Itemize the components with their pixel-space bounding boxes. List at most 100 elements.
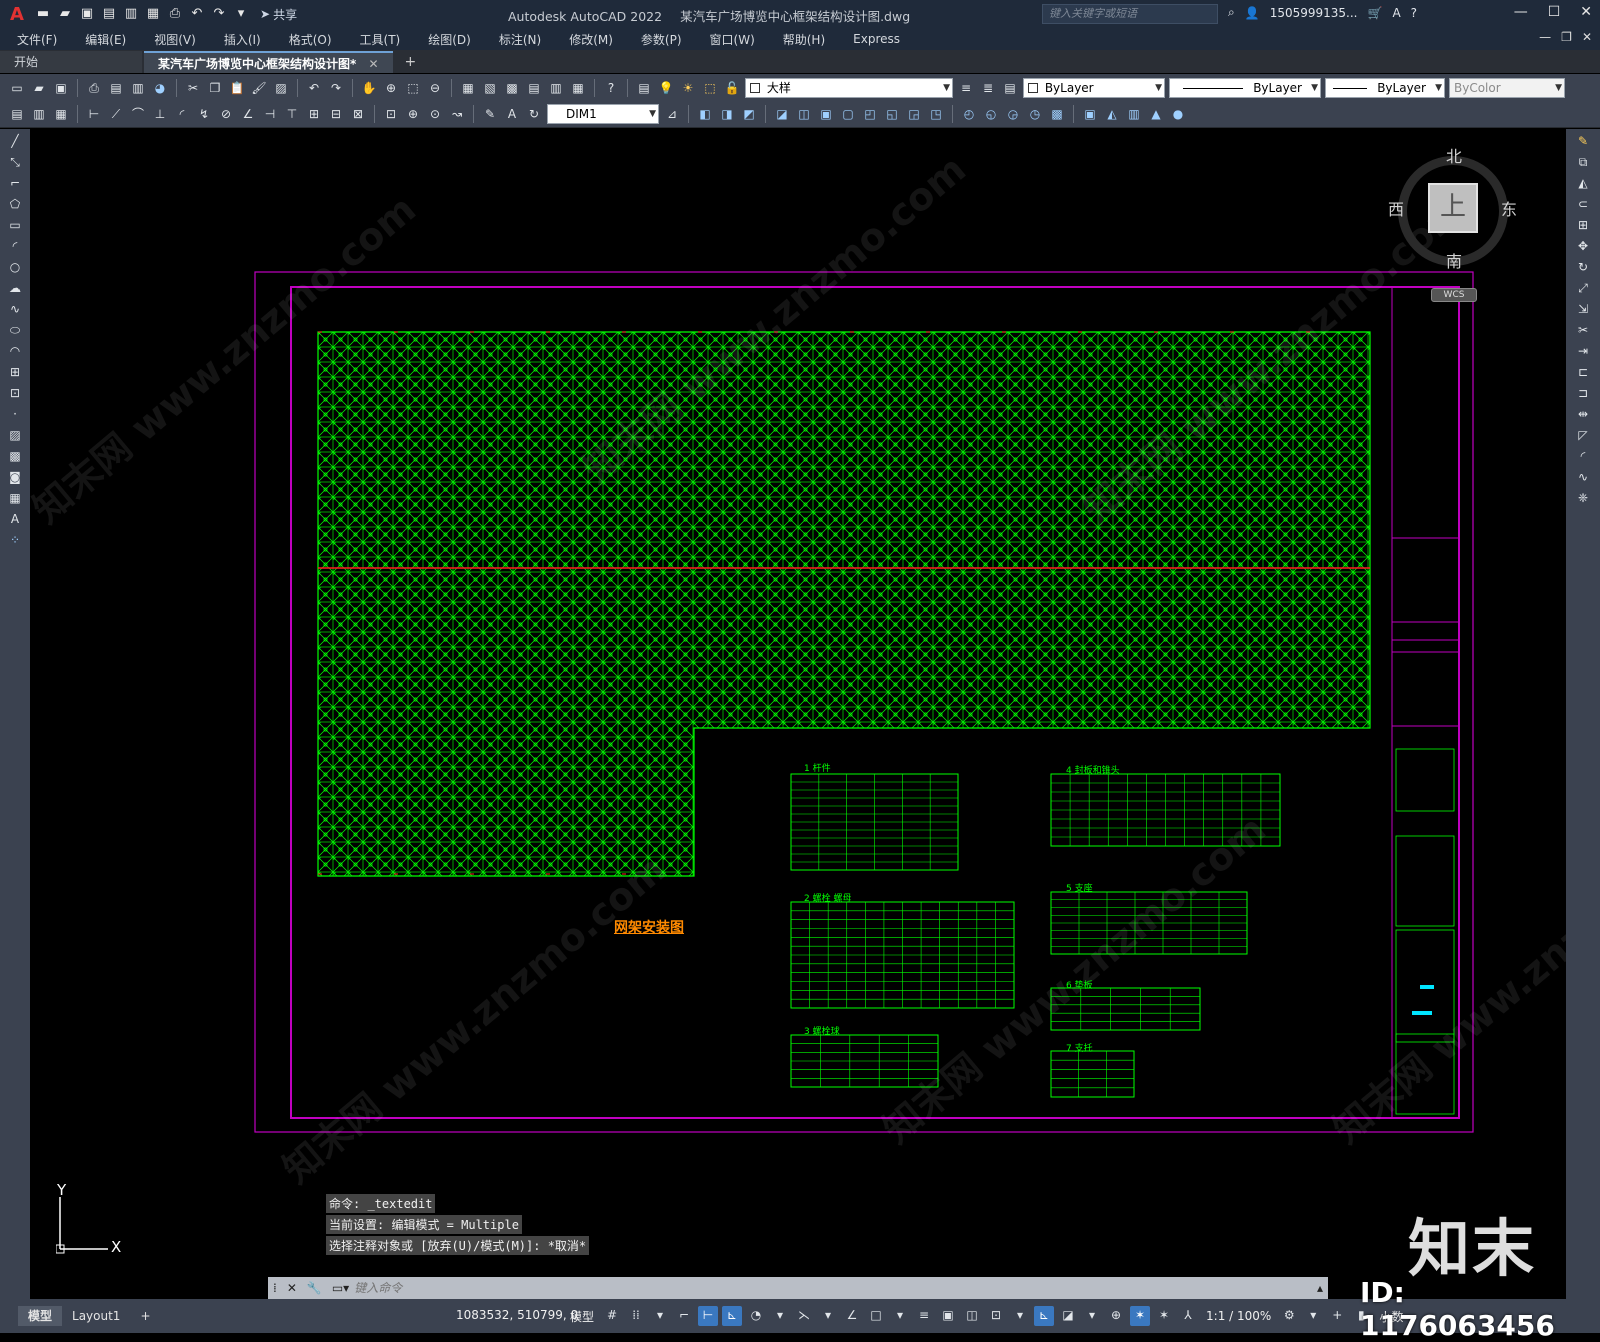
tab-close-icon[interactable]: ✕ [368, 57, 378, 71]
autodesk-a360-icon[interactable]: A [1392, 6, 1400, 20]
zoom-previous-icon[interactable]: ⊖ [426, 79, 444, 97]
jogged-icon[interactable]: ↯ [195, 105, 213, 123]
box-icon[interactable]: ▣ [1081, 105, 1099, 123]
dynamic-ucs-icon[interactable]: ⊾ [1034, 1306, 1055, 1326]
customize-qat-icon[interactable]: ▾ [232, 6, 250, 22]
chamfer-icon[interactable]: ◸ [1574, 426, 1592, 444]
save-icon[interactable]: ▣ [78, 6, 96, 22]
doc-close-button[interactable]: ✕ [1582, 30, 1592, 44]
chevron-down-icon[interactable]: ▾ [890, 1306, 910, 1326]
markup-icon[interactable]: ▥ [547, 79, 565, 97]
help-icon[interactable]: ? [602, 79, 620, 97]
stretch-icon[interactable]: ⇲ [1574, 300, 1592, 318]
chevron-down-icon[interactable]: ▾ [1303, 1306, 1323, 1326]
workspace-icon[interactable]: ⚙ [1279, 1306, 1299, 1326]
copy-faces-icon[interactable]: ◲ [905, 105, 923, 123]
ellipse-arc-icon[interactable]: ◠ [6, 342, 24, 360]
solid-union-icon[interactable]: ◧ [696, 105, 714, 123]
viewcube[interactable]: 北 南 东 西 上 WCS [1388, 147, 1517, 302]
dimstyle-dropdown[interactable]: DIM1 ▼ [547, 104, 659, 124]
make-current-layer-icon[interactable]: ≡ [957, 79, 975, 97]
layer-properties-icon[interactable]: ▤ [635, 79, 653, 97]
make-block-icon[interactable]: ⊡ [6, 384, 24, 402]
break-at-point-icon[interactable]: ⊏ [1574, 363, 1592, 381]
grid-icon[interactable]: # [602, 1306, 622, 1326]
rotate-faces-icon[interactable]: ◰ [861, 105, 879, 123]
extrude-faces-icon[interactable]: ◪ [773, 105, 791, 123]
undo-icon[interactable]: ↶ [188, 6, 206, 22]
auto-scale-icon[interactable]: ✶ [1154, 1306, 1174, 1326]
table-icon[interactable]: ▦ [6, 489, 24, 507]
publish-icon[interactable]: ▥ [129, 79, 147, 97]
object-snap-icon[interactable]: □ [866, 1306, 886, 1326]
paste-icon[interactable]: 📋 [228, 79, 246, 97]
compass-north[interactable]: 北 [1446, 143, 1462, 167]
menu-view[interactable]: 视图(V) [154, 31, 196, 48]
undo-icon[interactable]: ↶ [305, 79, 323, 97]
object-snap-tracking-icon[interactable]: ∠ [842, 1306, 862, 1326]
separate-icon[interactable]: ◶ [1004, 105, 1022, 123]
aligned-dimension-icon[interactable]: ⟋ [107, 105, 125, 123]
polygon-icon[interactable]: ⬠ [6, 195, 24, 213]
copy-icon[interactable]: ❐ [206, 79, 224, 97]
construction-line-icon[interactable]: ⤡ [6, 153, 24, 171]
chevron-down-icon[interactable]: ▾ [1082, 1306, 1102, 1326]
properties-icon[interactable]: ▦ [459, 79, 477, 97]
new-tab-button[interactable]: + [395, 51, 427, 73]
new-icon[interactable]: ▭ [8, 79, 26, 97]
color-dropdown[interactable]: ByLayer ▼ [1023, 77, 1165, 98]
annotation-visibility-icon[interactable]: ✶ [1130, 1306, 1151, 1326]
chevron-down-icon[interactable]: ▾ [770, 1306, 790, 1326]
insert-block-icon[interactable]: ⊞ [6, 363, 24, 381]
cart-icon[interactable]: 🛒 [1367, 6, 1382, 20]
inspect-icon[interactable]: ⊙ [426, 105, 444, 123]
arc-length-icon[interactable]: ⌒ [129, 105, 147, 123]
menu-tools[interactable]: 工具(T) [360, 31, 401, 48]
save-as-icon[interactable]: ▤ [100, 6, 118, 22]
angular-icon[interactable]: ∠ [239, 105, 257, 123]
linetype-dropdown[interactable]: ByLayer ▼ [1169, 77, 1321, 98]
open-folder-icon[interactable]: ▰ [56, 6, 74, 22]
sheet-set-icon[interactable]: ▤ [525, 79, 543, 97]
scale-icon[interactable]: ⤢ [1574, 279, 1592, 297]
annotation-scale-icon[interactable]: ⅄ [1178, 1306, 1198, 1326]
lineweight-dropdown[interactable]: ByLayer ▼ [1325, 77, 1445, 98]
extend-icon[interactable]: ⇥ [1574, 342, 1592, 360]
arc-icon[interactable]: ◜ [6, 237, 24, 255]
chevron-down-icon[interactable]: ▾ [650, 1306, 670, 1326]
tab-model[interactable]: 模型 [18, 1306, 63, 1326]
imprint-icon[interactable]: ◴ [960, 105, 978, 123]
dimension-text-edit-icon[interactable]: A [503, 105, 521, 123]
ordinate-icon[interactable]: ⊥ [151, 105, 169, 123]
revision-cloud-icon[interactable]: ☁ [6, 279, 24, 297]
coordinate-readout[interactable]: 1083532, 510799, 0 [456, 1308, 578, 1322]
save-icon[interactable]: ▣ [52, 79, 70, 97]
quick-dimension-icon[interactable]: ⊣ [261, 105, 279, 123]
selection-cycling-icon[interactable]: ◫ [962, 1306, 982, 1326]
mirror-icon[interactable]: ◭ [1574, 174, 1592, 192]
check-icon[interactable]: ▩ [1048, 105, 1066, 123]
plot-icon[interactable]: ⎙ [85, 79, 103, 97]
break-icon[interactable]: ⊐ [1574, 384, 1592, 402]
cut-icon[interactable]: ✂ [184, 79, 202, 97]
menu-file[interactable]: 文件(F) [17, 31, 57, 48]
continue-icon[interactable]: ⊞ [305, 105, 323, 123]
menu-express[interactable]: Express [853, 32, 900, 46]
snap-icon[interactable]: ⁞⁞ [626, 1306, 646, 1326]
array-icon[interactable]: ⊞ [1574, 216, 1592, 234]
wedge-icon[interactable]: ◭ [1103, 105, 1121, 123]
user-icon[interactable]: 👤 [1245, 6, 1260, 20]
annotation-scale-value[interactable]: 1:1 / 100% [1206, 1309, 1271, 1323]
erase-icon[interactable]: ✎ [1574, 132, 1592, 150]
gizmo-icon[interactable]: ⊕ [1106, 1306, 1126, 1326]
doc-restore-button[interactable]: ❐ [1561, 30, 1572, 44]
menu-modify[interactable]: 修改(M) [569, 31, 613, 48]
doc-minimize-button[interactable]: — [1539, 30, 1551, 44]
wcs-menu[interactable]: WCS [1431, 288, 1477, 302]
join-icon[interactable]: ⇹ [1574, 405, 1592, 423]
menu-help[interactable]: 帮助(H) [783, 31, 825, 48]
quickcalc-icon[interactable]: ▦ [569, 79, 587, 97]
customize-icon[interactable]: 🔧 [307, 1281, 322, 1295]
chevron-down-icon[interactable]: ▾ [1010, 1306, 1030, 1326]
layer-previous-icon[interactable]: ≣ [979, 79, 997, 97]
